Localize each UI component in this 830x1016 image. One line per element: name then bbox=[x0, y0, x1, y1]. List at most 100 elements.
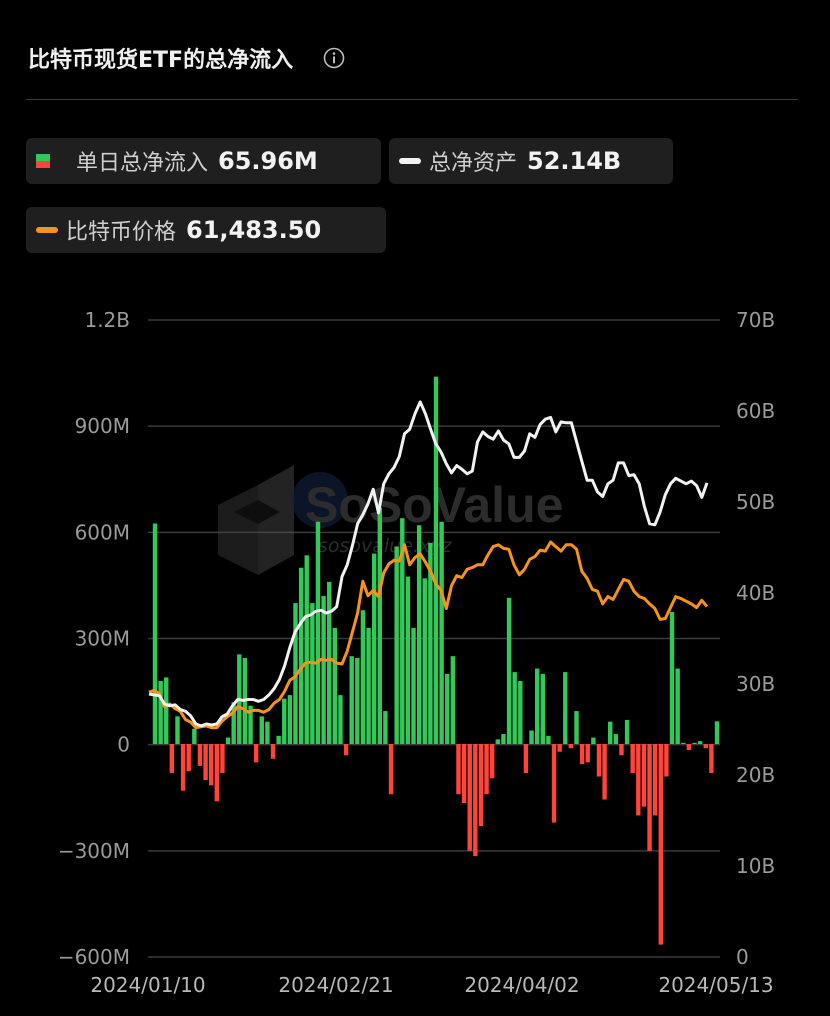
flow-bar[interactable] bbox=[197, 744, 203, 766]
flow-bar[interactable] bbox=[343, 744, 349, 756]
flow-bar[interactable] bbox=[703, 744, 708, 749]
flow-bar[interactable] bbox=[327, 581, 332, 744]
flow-bar[interactable] bbox=[523, 744, 529, 773]
flow-bar[interactable] bbox=[495, 739, 501, 744]
flow-bar[interactable] bbox=[203, 744, 208, 781]
flow-bar[interactable] bbox=[321, 596, 326, 744]
flow-bar[interactable] bbox=[551, 744, 557, 823]
flow-bar[interactable] bbox=[349, 656, 354, 744]
flow-bar[interactable] bbox=[461, 744, 467, 804]
flow-bar[interactable] bbox=[574, 711, 579, 744]
flow-bar[interactable] bbox=[579, 744, 585, 765]
flow-bar[interactable] bbox=[315, 521, 321, 744]
flow-bar[interactable] bbox=[214, 744, 220, 802]
flow-bar[interactable] bbox=[557, 744, 562, 752]
flow-bar[interactable] bbox=[467, 744, 472, 851]
flow-bar[interactable] bbox=[310, 603, 315, 744]
y-left-tick-label: 600M bbox=[75, 520, 130, 544]
flow-bar[interactable] bbox=[164, 677, 169, 744]
flow-bar[interactable] bbox=[411, 627, 416, 744]
flow-bar[interactable] bbox=[209, 744, 214, 786]
flow-bar[interactable] bbox=[445, 673, 450, 744]
etf-flow-chart[interactable]: SoSoValue sosovalue.xyz 1.2B900M600M300M… bbox=[0, 0, 830, 1016]
flow-bar[interactable] bbox=[624, 719, 630, 744]
flow-bar[interactable] bbox=[253, 744, 259, 763]
flow-bar[interactable] bbox=[658, 744, 663, 945]
flow-bar[interactable] bbox=[473, 744, 478, 857]
flow-bar[interactable] bbox=[433, 376, 439, 744]
flow-bar[interactable] bbox=[287, 695, 293, 744]
flow-bar[interactable] bbox=[602, 744, 607, 800]
flow-bar[interactable] bbox=[506, 597, 512, 744]
flow-bar[interactable] bbox=[709, 744, 714, 773]
flow-bar[interactable] bbox=[282, 698, 287, 744]
flow-bar[interactable] bbox=[630, 744, 635, 773]
flow-bar[interactable] bbox=[501, 734, 506, 744]
flow-bar[interactable] bbox=[540, 673, 545, 744]
flow-bar[interactable] bbox=[675, 668, 680, 744]
flow-bar[interactable] bbox=[596, 744, 602, 777]
flow-bar[interactable] bbox=[529, 730, 534, 744]
flow-bar[interactable] bbox=[613, 734, 619, 744]
flow-bar[interactable] bbox=[450, 656, 456, 744]
flow-bar[interactable] bbox=[669, 611, 675, 744]
flow-bar[interactable] bbox=[647, 744, 652, 851]
x-tick-label: 2024/05/13 bbox=[658, 973, 773, 997]
flow-bar[interactable] bbox=[169, 744, 175, 773]
flow-bar[interactable] bbox=[563, 672, 568, 744]
flow-bar[interactable] bbox=[366, 627, 371, 744]
flow-bar[interactable] bbox=[186, 744, 191, 772]
flow-bar[interactable] bbox=[439, 521, 444, 744]
flow-bar[interactable] bbox=[377, 507, 382, 744]
flow-bar[interactable] bbox=[585, 744, 590, 763]
flow-bar[interactable] bbox=[220, 744, 225, 773]
flow-bar[interactable] bbox=[276, 735, 281, 744]
flow-bar[interactable] bbox=[416, 525, 422, 744]
flow-bar[interactable] bbox=[681, 742, 686, 744]
flow-bar[interactable] bbox=[456, 744, 461, 795]
flow-bar[interactable] bbox=[394, 546, 399, 744]
flow-bar[interactable] bbox=[175, 716, 180, 744]
flow-bar[interactable] bbox=[697, 741, 703, 744]
flow-bar[interactable] bbox=[338, 695, 343, 744]
flow-bar[interactable] bbox=[518, 680, 523, 744]
flow-bar[interactable] bbox=[636, 744, 641, 816]
flow-bar[interactable] bbox=[534, 668, 540, 744]
flow-bar[interactable] bbox=[180, 744, 186, 791]
flow-bar[interactable] bbox=[360, 610, 366, 744]
x-tick-label: 2024/01/10 bbox=[90, 973, 205, 997]
flow-bar[interactable] bbox=[652, 744, 658, 816]
flow-bar[interactable] bbox=[714, 721, 720, 744]
flow-bar[interactable] bbox=[158, 680, 163, 744]
flow-bar[interactable] bbox=[591, 737, 596, 744]
flow-bar[interactable] bbox=[641, 744, 647, 807]
x-axis: 2024/01/10 2024/02/21 2024/04/02 2024/05/13 bbox=[90, 973, 773, 997]
flow-bar[interactable] bbox=[259, 716, 264, 744]
y-right-tick-label: 20B bbox=[736, 763, 775, 787]
flow-bar[interactable] bbox=[225, 737, 231, 744]
flow-bar[interactable] bbox=[355, 657, 360, 744]
flow-bar[interactable] bbox=[332, 627, 338, 744]
flow-bar[interactable] bbox=[490, 744, 495, 779]
flow-bar[interactable] bbox=[478, 744, 484, 827]
flow-bar[interactable] bbox=[686, 744, 692, 750]
flow-bar[interactable] bbox=[692, 742, 697, 744]
flow-bar[interactable] bbox=[405, 576, 411, 744]
flow-bar[interactable] bbox=[192, 728, 197, 744]
flow-bar[interactable] bbox=[619, 744, 624, 756]
flow-bar[interactable] bbox=[484, 744, 489, 795]
flow-bar[interactable] bbox=[388, 744, 394, 795]
flow-bar[interactable] bbox=[512, 672, 517, 744]
flow-bar[interactable] bbox=[152, 523, 158, 744]
flow-bar[interactable] bbox=[568, 744, 574, 749]
flow-bar[interactable] bbox=[270, 744, 276, 759]
flow-bar[interactable] bbox=[422, 578, 427, 744]
flow-bar[interactable] bbox=[265, 721, 270, 744]
flow-bar[interactable] bbox=[546, 735, 551, 744]
flow-bar[interactable] bbox=[608, 721, 613, 744]
flow-bar[interactable] bbox=[383, 711, 388, 744]
flow-bar[interactable] bbox=[304, 555, 309, 744]
flow-bar[interactable] bbox=[298, 567, 304, 744]
flow-bar[interactable] bbox=[371, 553, 377, 744]
flow-bar[interactable] bbox=[664, 744, 669, 777]
